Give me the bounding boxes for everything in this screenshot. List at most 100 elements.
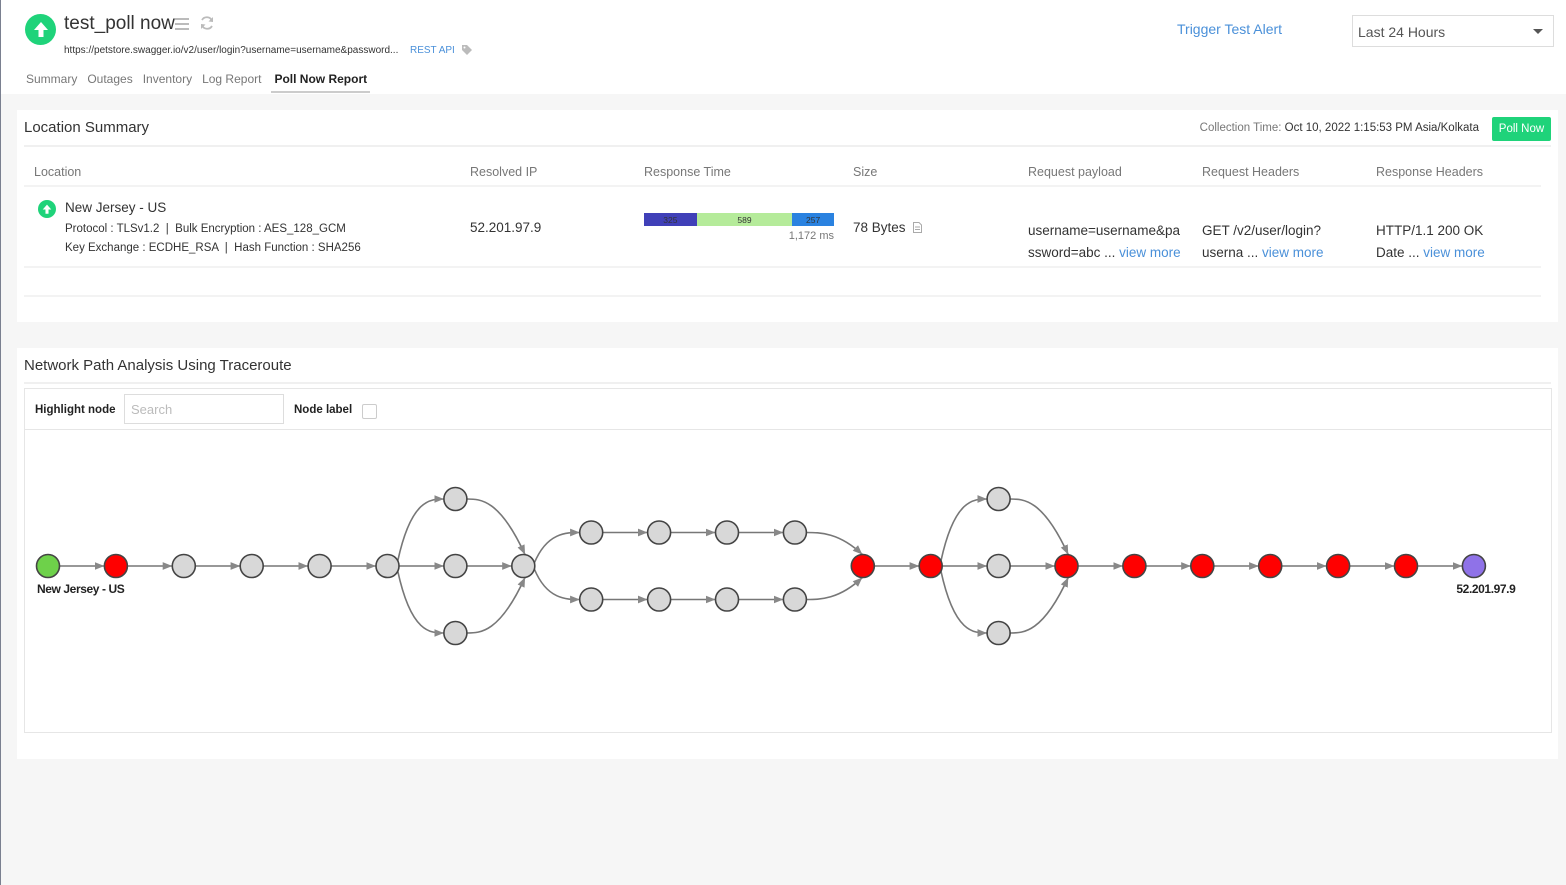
- collection-time-value: Oct 10, 2022 1:15:53 PM Asia/Kolkata: [1284, 122, 1479, 134]
- column-header-resolved-ip: Resolved IP: [470, 165, 538, 179]
- divider: [24, 382, 1551, 384]
- size-value: 78 Bytes: [853, 220, 906, 235]
- trigger-test-alert-link[interactable]: Trigger Test Alert: [1177, 21, 1282, 37]
- refresh-icon[interactable]: [199, 15, 215, 31]
- highlight-node-search-input[interactable]: [124, 394, 284, 424]
- segment-label: 325: [663, 214, 678, 225]
- graph-node-ok[interactable]: [714, 520, 740, 545]
- graph-node-ok[interactable]: [239, 553, 264, 579]
- divider: [24, 145, 1551, 147]
- tab-poll-now-report[interactable]: Poll Now Report: [271, 72, 371, 93]
- time-range-select[interactable]: Last 24 Hours: [1352, 15, 1554, 47]
- response-time-segment-connect: 589: [696, 213, 793, 226]
- column-header-size: Size: [853, 165, 878, 179]
- graph-node-ok[interactable]: [375, 553, 400, 579]
- node-label-label: Node label: [294, 404, 353, 416]
- graph-edge: [806, 576, 863, 601]
- graph-node-ok[interactable]: [646, 587, 672, 612]
- graph-node-ok[interactable]: [171, 553, 197, 579]
- graph-node-ok[interactable]: [510, 553, 536, 579]
- monitor-title: test_poll now: [64, 13, 175, 34]
- view-more-link[interactable]: view more: [1262, 245, 1324, 260]
- graph-node-source[interactable]: [35, 553, 61, 579]
- request-payload-line2: ssword=abc ...: [1028, 245, 1120, 260]
- traceroute-graph-canvas[interactable]: New Jersey - US 52.201.97.9: [25, 430, 1553, 733]
- graph-node-ok[interactable]: [443, 620, 468, 646]
- highlight-node-label: Highlight node: [35, 404, 116, 416]
- graph-node-failed[interactable]: [1122, 553, 1147, 579]
- graph-node-destination[interactable]: [1461, 553, 1487, 579]
- document-icon[interactable]: [913, 222, 923, 233]
- column-header-response-headers: Response Headers: [1376, 165, 1484, 179]
- tls-detail-line2: Key Exchange : ECDHE_RSA | Hash Function…: [65, 242, 361, 254]
- graph-node-ok[interactable]: [578, 587, 604, 612]
- tab-log-report[interactable]: Log Report: [202, 72, 261, 93]
- graph-node-ok[interactable]: [986, 620, 1011, 646]
- destination-node-label: 52.201.97.9: [1456, 582, 1516, 596]
- status-up-icon: [25, 14, 56, 45]
- collection-time: Collection Time: Oct 10, 2022 1:15:53 PM…: [1200, 122, 1479, 134]
- graph-node-ok[interactable]: [307, 553, 332, 579]
- graph-node-failed[interactable]: [103, 553, 129, 579]
- graph-node-failed[interactable]: [1393, 553, 1419, 579]
- graph-node-ok[interactable]: [443, 553, 468, 579]
- graph-node-ok[interactable]: [578, 520, 604, 545]
- view-more-link[interactable]: view more: [1119, 245, 1181, 260]
- graph-node-failed[interactable]: [918, 553, 944, 579]
- location-name: New Jersey - US: [65, 200, 167, 215]
- graph-edge: [533, 568, 580, 604]
- response-size: 78 Bytes: [853, 220, 923, 235]
- graph-node-ok[interactable]: [782, 587, 808, 612]
- response-time-total: 1,172 ms: [788, 230, 834, 242]
- request-headers: GET /v2/user/login? userna ... view more: [1202, 220, 1324, 264]
- column-header-request-headers: Request Headers: [1202, 165, 1300, 179]
- graph-node-ok[interactable]: [646, 520, 672, 545]
- graph-node-ok[interactable]: [782, 520, 808, 545]
- graph-edge: [396, 495, 444, 561]
- response-time-segment-dns: 325: [644, 213, 697, 226]
- graph-node-failed[interactable]: [1054, 553, 1079, 579]
- graph-node-ok[interactable]: [443, 486, 468, 512]
- graph-node-ok[interactable]: [986, 553, 1011, 579]
- graph-node-failed[interactable]: [1325, 553, 1351, 579]
- tab-summary[interactable]: Summary: [26, 72, 77, 93]
- collection-time-label: Collection Time:: [1199, 122, 1282, 134]
- column-header-location: Location: [34, 165, 82, 179]
- location-summary-title: Location Summary: [24, 119, 150, 136]
- node-label-checkbox[interactable]: [362, 404, 377, 419]
- response-headers-line1: HTTP/1.1 200 OK: [1376, 223, 1484, 238]
- graph-node-failed[interactable]: [1257, 553, 1283, 579]
- view-more-link[interactable]: view more: [1423, 245, 1485, 260]
- report-tabs: Summary Outages Inventory Log Report Pol…: [26, 72, 380, 93]
- graph-edge: [806, 531, 863, 556]
- divider: [24, 185, 1541, 187]
- request-payload-line1: username=username&pa: [1028, 223, 1180, 238]
- graph-edge: [940, 495, 988, 561]
- graph-edge: [466, 577, 526, 634]
- poll-now-button[interactable]: Poll Now: [1492, 117, 1551, 141]
- graph-edge: [396, 571, 444, 637]
- menu-icon[interactable]: [175, 17, 189, 31]
- graph-node-failed[interactable]: [1190, 553, 1215, 579]
- tab-inventory[interactable]: Inventory: [143, 72, 192, 93]
- status-up-icon: [38, 200, 56, 218]
- tag-icon[interactable]: [461, 44, 473, 56]
- segment-label: 589: [737, 214, 752, 225]
- response-time-segment-download: 257: [792, 213, 834, 226]
- response-headers-line2: Date ...: [1376, 245, 1424, 260]
- graph-node-ok[interactable]: [986, 486, 1011, 512]
- column-header-request-payload: Request payload: [1028, 165, 1122, 179]
- time-range-value: Last 24 Hours: [1358, 24, 1446, 40]
- monitor-type-link[interactable]: REST API: [410, 45, 455, 56]
- graph-toolbar: Highlight node Node label: [24, 388, 1552, 431]
- chevron-down-icon: [1533, 29, 1543, 34]
- graph-node-ok[interactable]: [714, 587, 740, 612]
- source-node-label: New Jersey - US: [37, 582, 125, 596]
- graph-edge: [533, 528, 580, 564]
- request-payload: username=username&pa ssword=abc ... view…: [1028, 220, 1181, 264]
- tab-outages[interactable]: Outages: [87, 72, 132, 93]
- response-headers: HTTP/1.1 200 OK Date ... view more: [1376, 220, 1485, 264]
- traceroute-graph: New Jersey - US 52.201.97.9: [24, 430, 1552, 733]
- graph-node-failed[interactable]: [850, 553, 876, 579]
- request-headers-line1: GET /v2/user/login?: [1202, 223, 1322, 238]
